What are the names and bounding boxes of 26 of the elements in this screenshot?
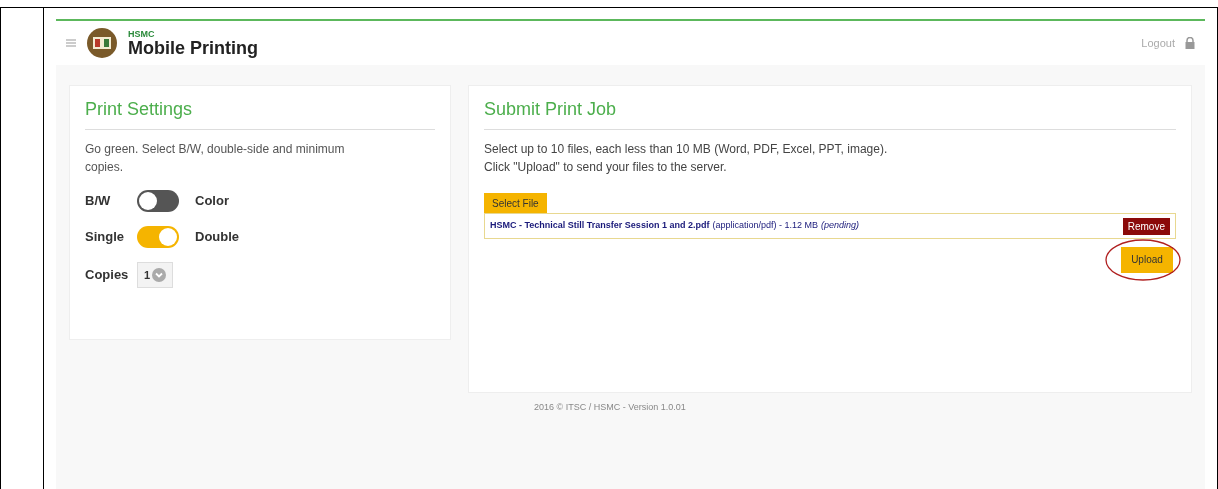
settings-description: Go green. Select B/W, double-side and minimum copies.	[85, 141, 346, 176]
app-title: Mobile Printing	[128, 38, 258, 57]
upload-button[interactable]: Upload	[1121, 246, 1173, 273]
brand-caption: HSMC	[128, 29, 156, 39]
select-file-button[interactable]: Select File	[484, 193, 547, 213]
file-status: (pending)	[820, 219, 859, 233]
panel-title: Print Settings	[85, 96, 435, 130]
panel-title: Submit Print Job	[484, 96, 1176, 130]
remove-button[interactable]: Remove	[1122, 217, 1170, 235]
chevron-down-icon	[152, 268, 167, 282]
file-info: (application/pdf) - 1.12 MB	[712, 219, 818, 233]
instruction-text: Click "Upload" to send your files to the server.	[484, 159, 728, 176]
toggle-label: Color	[195, 192, 229, 211]
logo-icon	[86, 27, 118, 59]
copies-label: Copies	[85, 266, 130, 285]
toggle-switch[interactable]	[137, 190, 179, 212]
toggle-switch[interactable]	[137, 226, 179, 248]
file-name: HSMC - Technical Still Transfer Session 1 and 2.pdf	[490, 219, 710, 233]
menu-icon[interactable]	[66, 39, 76, 47]
lock-icon	[1185, 37, 1195, 49]
toggle-label: Single	[85, 228, 125, 247]
footer-text: 2016 © ITSC / HSMC - Version 1.0.01	[534, 401, 686, 414]
toggle-label: Double	[195, 228, 240, 247]
toggle-label: B/W	[85, 192, 112, 211]
copies-select[interactable]: 1	[137, 262, 174, 288]
instruction-text: Select up to 10 files, each less than 10 MB (Word, PDF, Excel, PPT, image).	[484, 141, 889, 158]
